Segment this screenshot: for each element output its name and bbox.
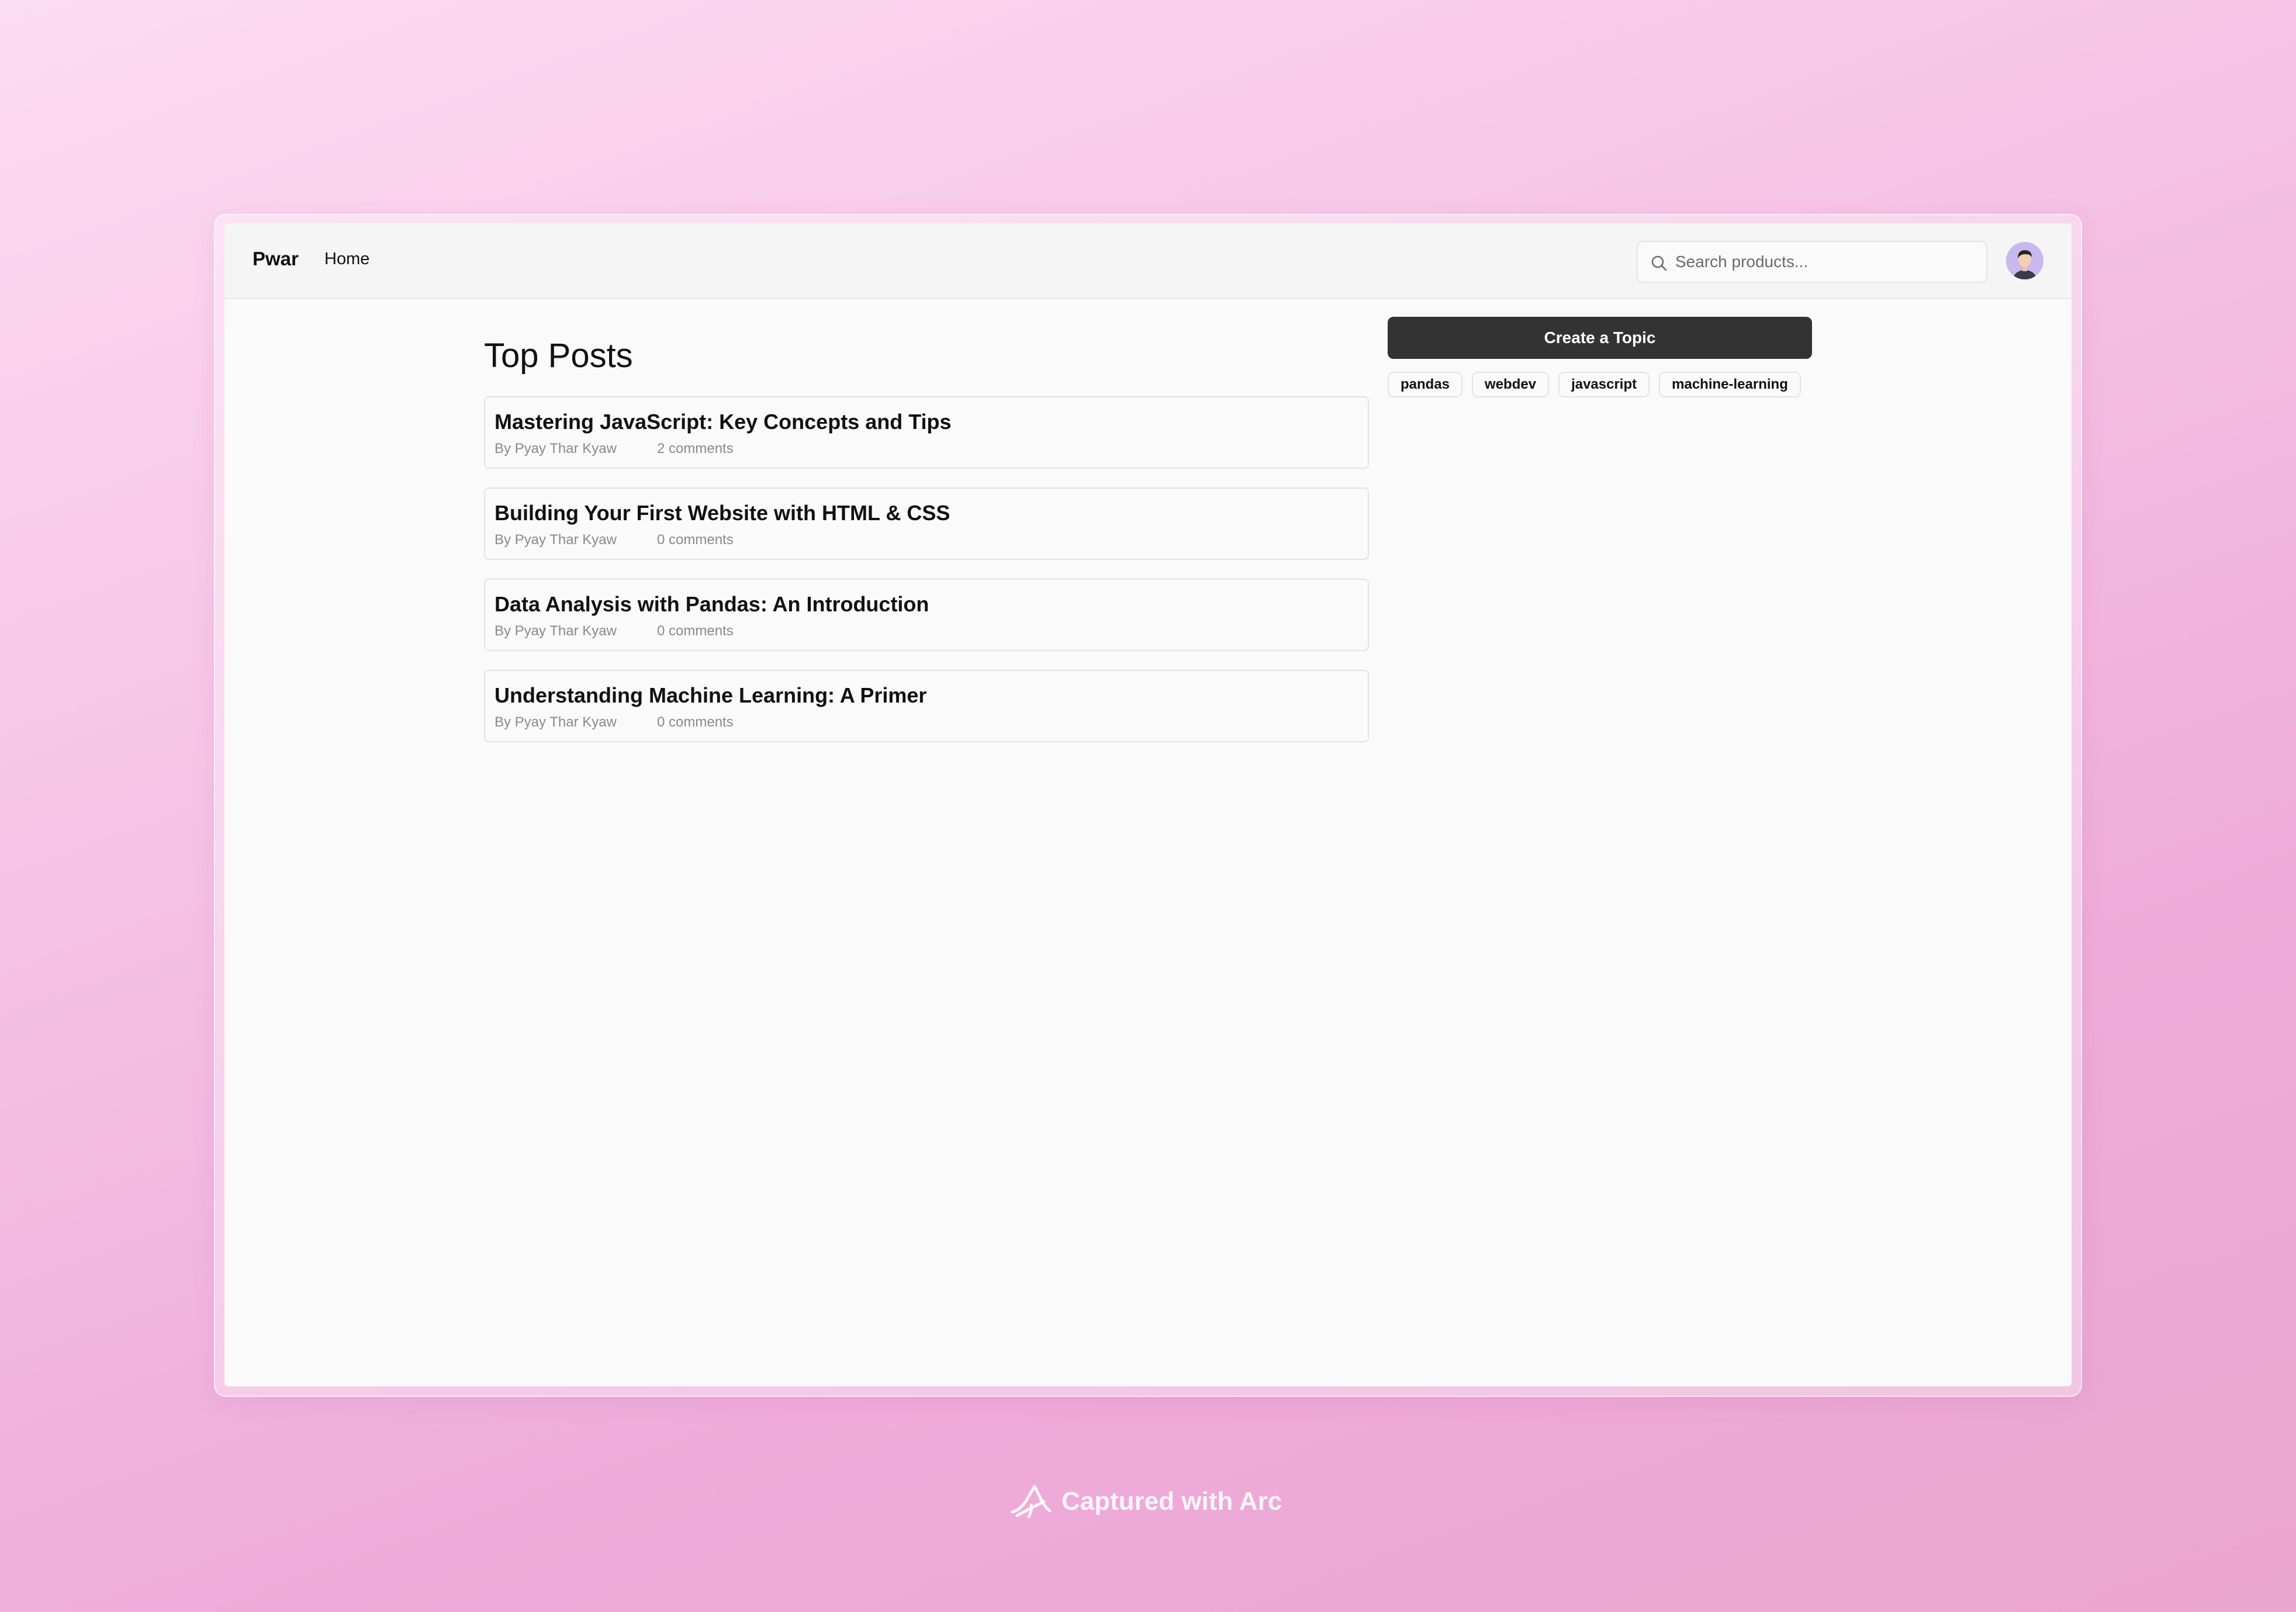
- post-author: By Pyay Thar Kyaw: [495, 532, 617, 548]
- post-card[interactable]: Mastering JavaScript: Key Concepts and T…: [484, 396, 1369, 469]
- page-title: Top Posts: [484, 337, 633, 375]
- post-comment-count: 0 comments: [657, 714, 734, 730]
- tag-list: pandas webdev javascript machine-learnin…: [1388, 372, 1801, 397]
- post-title[interactable]: Mastering JavaScript: Key Concepts and T…: [495, 411, 952, 433]
- user-avatar[interactable]: [2006, 242, 2043, 279]
- post-card[interactable]: Building Your First Website with HTML & …: [484, 487, 1369, 560]
- tag-machine-learning[interactable]: machine-learning: [1659, 372, 1801, 397]
- tag-webdev[interactable]: webdev: [1472, 372, 1550, 397]
- nav-link-home[interactable]: Home: [324, 251, 369, 268]
- app-window: Pwar Home Top Posts Mastering JavaScript…: [224, 223, 2072, 1386]
- search-icon: [1651, 255, 1667, 271]
- search-box[interactable]: [1637, 241, 1987, 283]
- arc-watermark: Captured with Arc: [1009, 1481, 1282, 1522]
- post-title[interactable]: Building Your First Website with HTML & …: [495, 503, 950, 524]
- post-comment-count: 2 comments: [657, 441, 734, 456]
- search-input[interactable]: [1675, 242, 1979, 282]
- post-author: By Pyay Thar Kyaw: [495, 623, 617, 639]
- post-author: By Pyay Thar Kyaw: [495, 714, 617, 730]
- watermark-text: Captured with Arc: [1061, 1487, 1282, 1516]
- post-title[interactable]: Understanding Machine Learning: A Primer: [495, 685, 926, 706]
- post-card[interactable]: Data Analysis with Pandas: An Introducti…: [484, 579, 1369, 651]
- tag-javascript[interactable]: javascript: [1558, 372, 1650, 397]
- arc-logo-icon: [1011, 1485, 1052, 1518]
- avatar-portrait-icon: [2006, 242, 2043, 279]
- post-comment-count: 0 comments: [657, 623, 734, 639]
- create-topic-button[interactable]: Create a Topic: [1388, 317, 1812, 359]
- post-title[interactable]: Data Analysis with Pandas: An Introducti…: [495, 594, 929, 615]
- post-card[interactable]: Understanding Machine Learning: A Primer…: [484, 670, 1369, 742]
- post-author: By Pyay Thar Kyaw: [495, 441, 617, 456]
- brand-logo[interactable]: Pwar: [253, 249, 299, 268]
- tag-pandas[interactable]: pandas: [1388, 372, 1463, 397]
- top-navbar: Pwar Home: [224, 223, 2072, 299]
- post-comment-count: 0 comments: [657, 532, 734, 548]
